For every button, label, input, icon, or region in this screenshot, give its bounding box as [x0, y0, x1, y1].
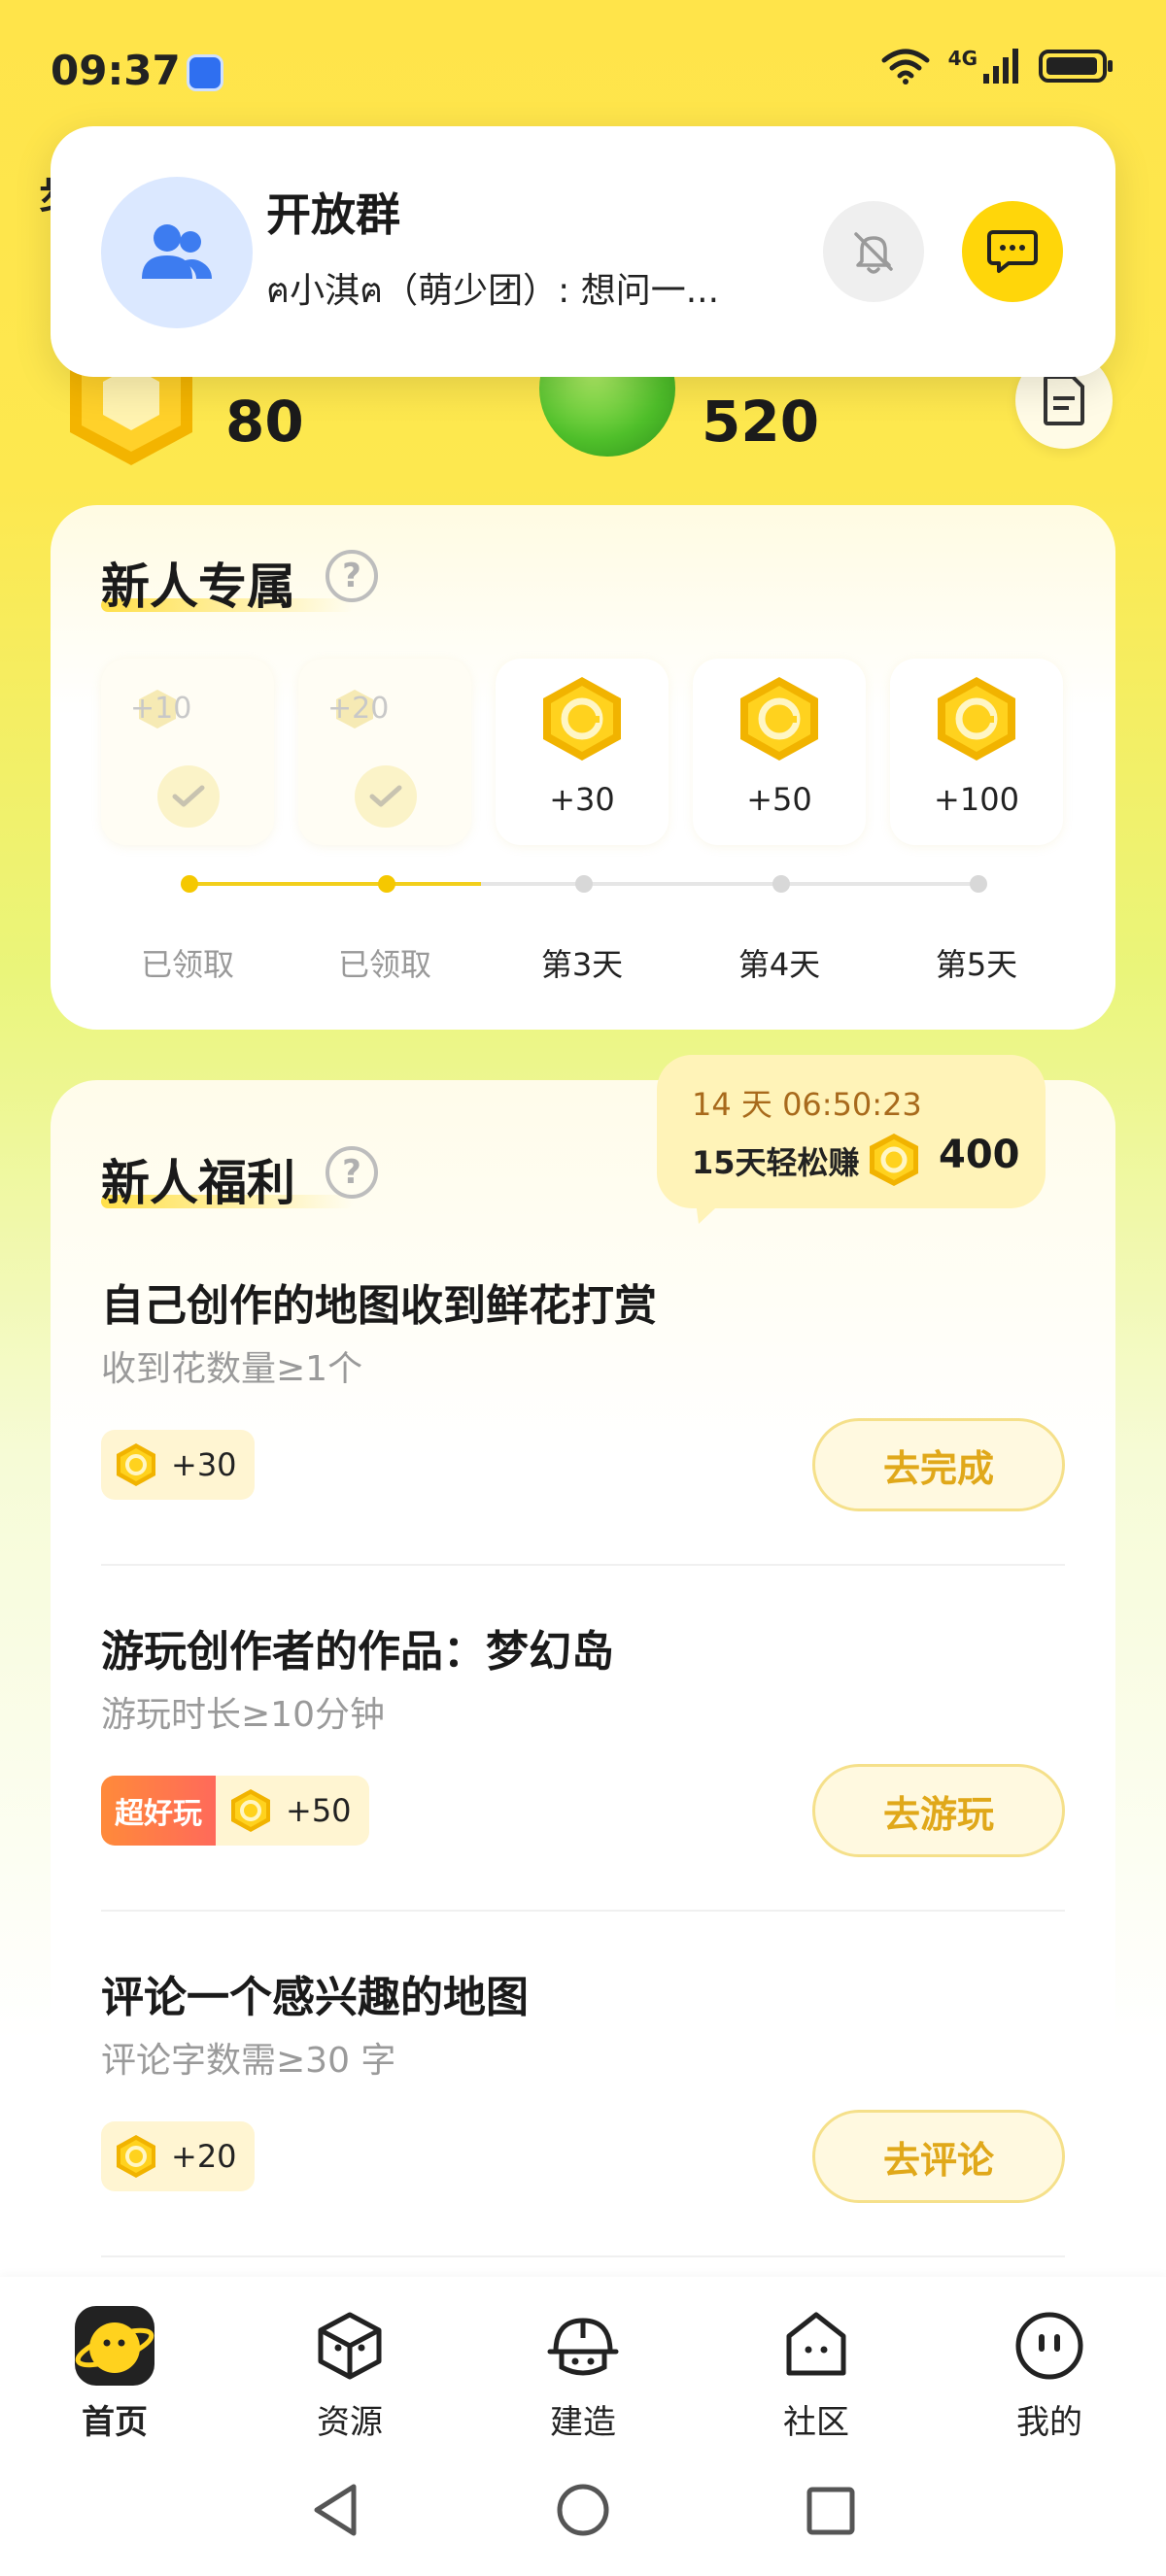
- nav-home[interactable]: 首页: [37, 2302, 192, 2443]
- day-label: 第5天: [935, 946, 1018, 983]
- section-title: 新人专属: [101, 559, 295, 615]
- nav-label: 首页: [82, 2403, 148, 2442]
- bubble-text: 15天轻松赚: [692, 1144, 860, 1181]
- progress-dot: [575, 875, 593, 893]
- home-circle-icon[interactable]: [554, 2481, 612, 2539]
- progress-dot: [772, 875, 790, 893]
- recents-icon[interactable]: [805, 2485, 857, 2537]
- comment-task-button[interactable]: 去评论: [812, 2110, 1065, 2203]
- gold-coin-icon: [938, 677, 1015, 761]
- day-tile-3[interactable]: +30: [496, 659, 669, 845]
- day-amount: +50: [746, 781, 812, 818]
- newcomer-benefits-card: 新人福利 ? 自己创作的地图收到鲜花打赏 收到花数量≥1个 +30 去完成 游玩…: [51, 1080, 1115, 2343]
- day-tile-1: +10: [101, 659, 274, 845]
- task-title: 游玩创作者的作品：梦幻岛: [101, 1627, 614, 1677]
- gold-coin-icon: [543, 677, 621, 761]
- progress-dot: [378, 875, 395, 893]
- green-gem-count: 520: [702, 389, 820, 455]
- planet-home-icon: [71, 2302, 158, 2390]
- divider: [101, 1910, 1065, 1912]
- task-subtitle: 收到花数量≥1个: [101, 1349, 363, 1389]
- day-amount: +20: [327, 692, 390, 726]
- day-amount: +10: [130, 692, 192, 726]
- helmet-icon: [539, 2302, 627, 2390]
- divider: [101, 1564, 1065, 1566]
- wifi-icon: [881, 49, 930, 85]
- face-icon: [1006, 2302, 1093, 2390]
- network-type: 4G: [947, 47, 977, 70]
- day-amount: +30: [549, 781, 615, 818]
- earn-bubble[interactable]: 14 天 06:50:23 15天轻松赚 400: [657, 1055, 1046, 1208]
- gold-coin-icon: [117, 2135, 155, 2178]
- day-label: 已领取: [337, 946, 431, 983]
- gold-coin-icon: [231, 1789, 270, 1832]
- reward-chip: +30: [101, 1430, 255, 1500]
- nav-label: 资源: [317, 2403, 383, 2442]
- document-icon: [1044, 375, 1084, 425]
- signal-icon: [983, 49, 1018, 84]
- divider: [101, 2255, 1065, 2257]
- nav-community[interactable]: 社区: [738, 2302, 894, 2443]
- group-avatar: [101, 177, 253, 328]
- newcomer-exclusive-card: 新人专属 ? +10 +20 +30 +50 +100 已领取 已领取 第3天 …: [51, 505, 1115, 1030]
- reward-amount: +30: [171, 1446, 237, 1483]
- help-icon[interactable]: ?: [326, 1146, 378, 1199]
- mute-button[interactable]: [823, 201, 924, 302]
- task-subtitle: 游玩时长≥10分钟: [101, 1695, 385, 1735]
- nav-label: 我的: [1016, 2403, 1082, 2442]
- claimed-check-icon: [355, 765, 417, 828]
- battery-icon: [1039, 50, 1113, 83]
- notification-message: ฅ小淇ฅ（萌少团）: 想问一...: [266, 271, 720, 311]
- complete-task-button[interactable]: 去完成: [812, 1418, 1065, 1511]
- day-tile-5[interactable]: +100: [890, 659, 1063, 845]
- countdown-timer: 14 天 06:50:23: [692, 1086, 922, 1123]
- community-icon: [772, 2302, 860, 2390]
- bubble-amount: 400: [939, 1133, 1020, 1177]
- back-icon[interactable]: [309, 2481, 361, 2539]
- nav-resources[interactable]: 资源: [272, 2302, 428, 2443]
- task-title: 自己创作的地图收到鲜花打赏: [101, 1281, 657, 1331]
- system-navigation-bar: [0, 2481, 1166, 2549]
- gold-coin-icon: [870, 1134, 918, 1186]
- nav-label: 建造: [550, 2403, 616, 2442]
- nav-build[interactable]: 建造: [505, 2302, 661, 2443]
- bell-off-icon: [854, 232, 893, 274]
- message-notification[interactable]: 开放群 ฅ小淇ฅ（萌少团）: 想问一...: [51, 126, 1115, 377]
- gold-coin-count: 80: [225, 389, 304, 455]
- gold-coin-icon: [117, 1443, 155, 1486]
- notification-title: 开放群: [266, 188, 400, 241]
- progress-dot: [181, 875, 198, 893]
- day-label: 第3天: [540, 946, 624, 983]
- nav-profile[interactable]: 我的: [972, 2302, 1127, 2443]
- day-label: 已领取: [140, 946, 234, 983]
- reward-chip: +20: [101, 2121, 255, 2191]
- reward-chip: 超好玩 +50: [101, 1776, 369, 1846]
- status-time: 09:37: [51, 47, 181, 94]
- reward-amount: +50: [286, 1792, 352, 1829]
- task-title: 评论一个感兴趣的地图: [101, 1973, 529, 2022]
- progress-dot: [970, 875, 987, 893]
- nav-label: 社区: [783, 2403, 849, 2442]
- bottom-navigation: 首页 资源 建造 社区 我的: [0, 2277, 1166, 2576]
- help-icon[interactable]: ?: [326, 550, 378, 602]
- day-label: 第4天: [737, 946, 821, 983]
- reward-amount: +20: [171, 2138, 237, 2175]
- gold-coin-icon: [740, 677, 818, 761]
- task-subtitle: 评论字数需≥30 字: [101, 2041, 396, 2081]
- hot-tag: 超好玩: [101, 1776, 216, 1846]
- status-icons: 4G: [880, 47, 1115, 85]
- cube-icon: [306, 2302, 394, 2390]
- day-tile-4[interactable]: +50: [693, 659, 866, 845]
- claimed-check-icon: [157, 765, 220, 828]
- progress-fill: [189, 882, 481, 886]
- reply-button[interactable]: [962, 201, 1063, 302]
- chat-icon: [987, 230, 1038, 273]
- app-notification-icon: [187, 54, 223, 91]
- group-icon: [142, 224, 212, 279]
- section-title: 新人福利: [101, 1155, 295, 1211]
- day-tile-2: +20: [298, 659, 471, 845]
- day-amount: +100: [934, 781, 1019, 818]
- play-task-button[interactable]: 去游玩: [812, 1764, 1065, 1857]
